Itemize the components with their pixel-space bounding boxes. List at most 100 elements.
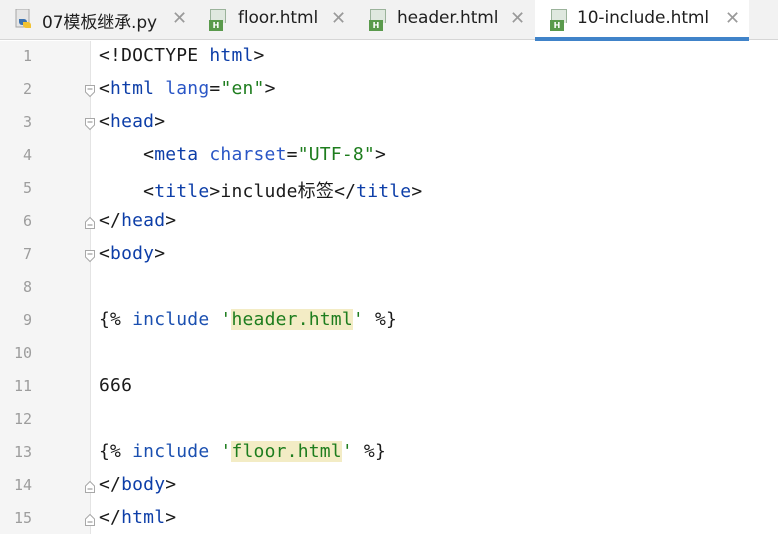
code-token: header.html bbox=[231, 309, 353, 330]
code-line[interactable]: 2 <html lang="en"> bbox=[0, 74, 778, 107]
line-number: 10 bbox=[13, 344, 32, 362]
code-line[interactable]: 13 {% include 'floor.html' %} bbox=[0, 437, 778, 470]
code-token: < bbox=[99, 111, 111, 132]
code-token: html bbox=[209, 45, 254, 66]
code-token: < bbox=[99, 181, 155, 202]
fold-close-icon[interactable] bbox=[84, 479, 96, 493]
code-token: > bbox=[411, 181, 423, 202]
code-line[interactable]: 6 </head> bbox=[0, 206, 778, 239]
code-token: html bbox=[121, 507, 166, 528]
code-line[interactable]: 10 bbox=[0, 338, 778, 371]
code-text: <meta charset="UTF-8"> bbox=[99, 144, 386, 165]
code-text: <head> bbox=[99, 111, 165, 132]
code-token: head bbox=[110, 111, 155, 132]
code-token: < bbox=[99, 243, 111, 264]
code-token: %} bbox=[352, 441, 387, 462]
code-text: 666 bbox=[99, 375, 132, 396]
code-token: >include标签</ bbox=[209, 181, 357, 202]
code-token: include bbox=[132, 441, 221, 462]
code-line[interactable]: 11 666 bbox=[0, 371, 778, 404]
code-line[interactable]: 8 bbox=[0, 272, 778, 305]
code-token: lang bbox=[165, 78, 210, 99]
code-token: = bbox=[209, 78, 221, 99]
line-number: 4 bbox=[22, 146, 32, 164]
code-token: > bbox=[165, 210, 177, 231]
code-line[interactable]: 3 <head> bbox=[0, 107, 778, 140]
python-file-icon bbox=[14, 8, 34, 31]
line-number: 7 bbox=[22, 245, 32, 263]
fold-close-icon[interactable] bbox=[84, 512, 96, 526]
code-text: <!DOCTYPE html> bbox=[99, 45, 265, 66]
code-token: > bbox=[165, 507, 177, 528]
code-token: {% bbox=[99, 309, 133, 330]
code-token: ' bbox=[352, 309, 364, 330]
fold-open-icon[interactable] bbox=[84, 83, 96, 98]
code-token: > bbox=[165, 474, 177, 495]
code-token: body bbox=[110, 243, 155, 264]
line-number: 5 bbox=[22, 179, 32, 197]
line-number: 12 bbox=[13, 410, 32, 428]
tab-10-include-html[interactable]: H 10-include.html ✕ bbox=[535, 0, 749, 41]
tab-label: 10-include.html bbox=[577, 8, 709, 28]
code-token: 666 bbox=[99, 375, 133, 396]
line-number: 14 bbox=[13, 476, 32, 494]
code-token: > bbox=[264, 78, 276, 99]
code-text: </head> bbox=[99, 210, 176, 231]
html-file-icon: H bbox=[549, 9, 569, 31]
code-line[interactable]: 9 {% include 'header.html' %} bbox=[0, 305, 778, 338]
tab-header-html[interactable]: H header.html ✕ bbox=[358, 0, 534, 40]
tab-floor-html[interactable]: H floor.html ✕ bbox=[199, 0, 357, 40]
code-text: </body> bbox=[99, 474, 176, 495]
code-token: "UTF-8" bbox=[297, 144, 375, 165]
tab-label: floor.html bbox=[238, 8, 319, 28]
fold-open-icon[interactable] bbox=[84, 248, 96, 263]
close-icon[interactable]: ✕ bbox=[725, 8, 740, 30]
code-text: {% include 'floor.html' %} bbox=[99, 441, 386, 462]
code-token: </ bbox=[99, 210, 122, 231]
code-token: %} bbox=[363, 309, 398, 330]
fold-close-icon[interactable] bbox=[84, 215, 96, 229]
close-icon[interactable]: ✕ bbox=[331, 8, 346, 30]
close-icon[interactable]: ✕ bbox=[172, 8, 187, 30]
html-file-icon: H bbox=[208, 9, 228, 31]
code-token: floor.html bbox=[231, 441, 342, 462]
code-token: html bbox=[110, 78, 166, 99]
code-token: {% bbox=[99, 441, 133, 462]
tab-07-template-inherit[interactable]: 07模板继承.py ✕ bbox=[0, 0, 198, 40]
code-line[interactable]: 1 <!DOCTYPE html> bbox=[0, 41, 778, 74]
code-line[interactable]: 5 <title>include标签</title> bbox=[0, 173, 778, 206]
code-token: > bbox=[154, 243, 166, 264]
code-line[interactable]: 12 bbox=[0, 404, 778, 437]
code-token: > bbox=[374, 144, 386, 165]
code-text: {% include 'header.html' %} bbox=[99, 309, 397, 330]
code-text: <html lang="en"> bbox=[99, 78, 276, 99]
line-number: 9 bbox=[22, 311, 32, 329]
code-token: charset bbox=[209, 144, 287, 165]
code-token: </ bbox=[99, 507, 122, 528]
editor-tab-bar: 07模板继承.py ✕ H floor.html ✕ H header.html… bbox=[0, 0, 778, 41]
code-token: < bbox=[99, 144, 155, 165]
code-token: title bbox=[356, 181, 412, 202]
code-token: ' bbox=[220, 441, 232, 462]
code-token: ' bbox=[220, 309, 232, 330]
html-file-icon: H bbox=[368, 9, 388, 31]
code-text: </html> bbox=[99, 507, 176, 528]
code-token: body bbox=[121, 474, 166, 495]
fold-open-icon[interactable] bbox=[84, 116, 96, 131]
code-token: <!DOCTYPE bbox=[99, 45, 210, 66]
close-icon[interactable]: ✕ bbox=[510, 8, 525, 30]
code-line[interactable]: 14 </body> bbox=[0, 470, 778, 503]
line-number: 8 bbox=[22, 278, 32, 296]
code-token: ' bbox=[341, 441, 353, 462]
code-line[interactable]: 7 <body> bbox=[0, 239, 778, 272]
code-token: meta bbox=[154, 144, 210, 165]
code-token: </ bbox=[99, 474, 122, 495]
line-number: 6 bbox=[22, 212, 32, 230]
code-token: "en" bbox=[220, 78, 265, 99]
line-number: 11 bbox=[13, 377, 32, 395]
line-number: 13 bbox=[13, 443, 32, 461]
code-line[interactable]: 4 <meta charset="UTF-8"> bbox=[0, 140, 778, 173]
code-text: <title>include标签</title> bbox=[99, 177, 422, 203]
code-line[interactable]: 15 </html> bbox=[0, 503, 778, 534]
code-token: > bbox=[253, 45, 265, 66]
